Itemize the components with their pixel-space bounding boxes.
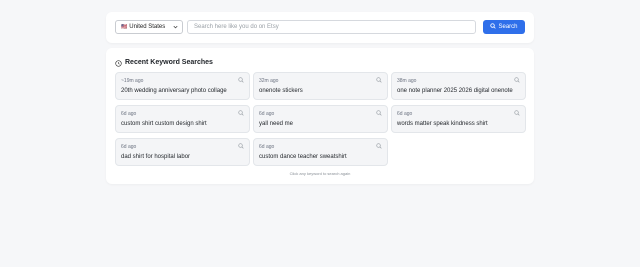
keyword-card[interactable]: 32m ago onenote stickers	[253, 72, 388, 100]
search-icon	[376, 143, 382, 149]
search-icon	[514, 110, 520, 116]
search-icon	[490, 23, 497, 29]
card-time: 6d ago	[259, 144, 275, 150]
card-time: 38m ago	[397, 78, 417, 84]
search-icon	[376, 77, 382, 83]
us-flag-icon: 🇺🇸	[121, 24, 128, 30]
search-placeholder: Search here like you do on Etsy	[194, 24, 279, 30]
recent-searches-title: Recent Keyword Searches	[125, 59, 213, 66]
search-icon	[238, 110, 244, 116]
keyword-card[interactable]: 6d ago words matter speak kindness shirt	[391, 105, 526, 133]
card-keyword: one note planner 2025 2026 digital oneno…	[397, 88, 513, 94]
keyword-card[interactable]: ~19m ago 20th wedding anniversary photo …	[115, 72, 250, 100]
country-label: United States	[129, 24, 166, 30]
clock-icon	[115, 59, 122, 67]
card-keyword: dad shirt for hospital labor	[121, 154, 191, 160]
search-button[interactable]: Search	[483, 20, 525, 34]
card-time: 6d ago	[121, 111, 137, 117]
search-icon	[238, 77, 244, 83]
card-keyword: words matter speak kindness shirt	[397, 121, 488, 127]
card-time: 6d ago	[121, 144, 137, 150]
card-time: 6d ago	[259, 111, 275, 117]
keyword-card[interactable]: 6d ago custom dance teacher sweatshirt	[253, 138, 388, 166]
search-bar: 🇺🇸 United States Search here like you do …	[106, 12, 534, 43]
card-keyword: onenote stickers	[259, 88, 303, 94]
search-icon	[376, 110, 382, 116]
search-icon	[514, 77, 520, 83]
card-time: 32m ago	[259, 78, 279, 84]
search-button-label: Search	[498, 24, 518, 30]
search-icon	[238, 143, 244, 149]
recent-searches-panel: Recent Keyword Searches ~19m ago 20th we…	[106, 48, 534, 184]
keyword-card[interactable]: 38m ago one note planner 2025 2026 digit…	[391, 72, 526, 100]
card-keyword: yall need me	[259, 121, 294, 127]
keyword-card[interactable]: 6d ago custom shirt custom design shirt	[115, 105, 250, 133]
card-keyword: custom dance teacher sweatshirt	[259, 154, 347, 160]
keyword-card[interactable]: 6d ago yall need me	[253, 105, 388, 133]
card-time: ~19m ago	[121, 78, 144, 84]
search-input[interactable]: Search here like you do on Etsy	[187, 20, 476, 34]
card-time: 6d ago	[397, 111, 413, 117]
recent-searches-hint: Click any keyword to search again	[289, 171, 351, 176]
keyword-card[interactable]: 6d ago dad shirt for hospital labor	[115, 138, 250, 166]
recent-searches-heading: Recent Keyword Searches	[115, 58, 213, 68]
country-select[interactable]: 🇺🇸 United States	[115, 20, 183, 34]
card-keyword: 20th wedding anniversary photo collage	[121, 88, 227, 94]
card-keyword: custom shirt custom design shirt	[121, 121, 207, 127]
chevron-down-icon	[173, 25, 178, 29]
